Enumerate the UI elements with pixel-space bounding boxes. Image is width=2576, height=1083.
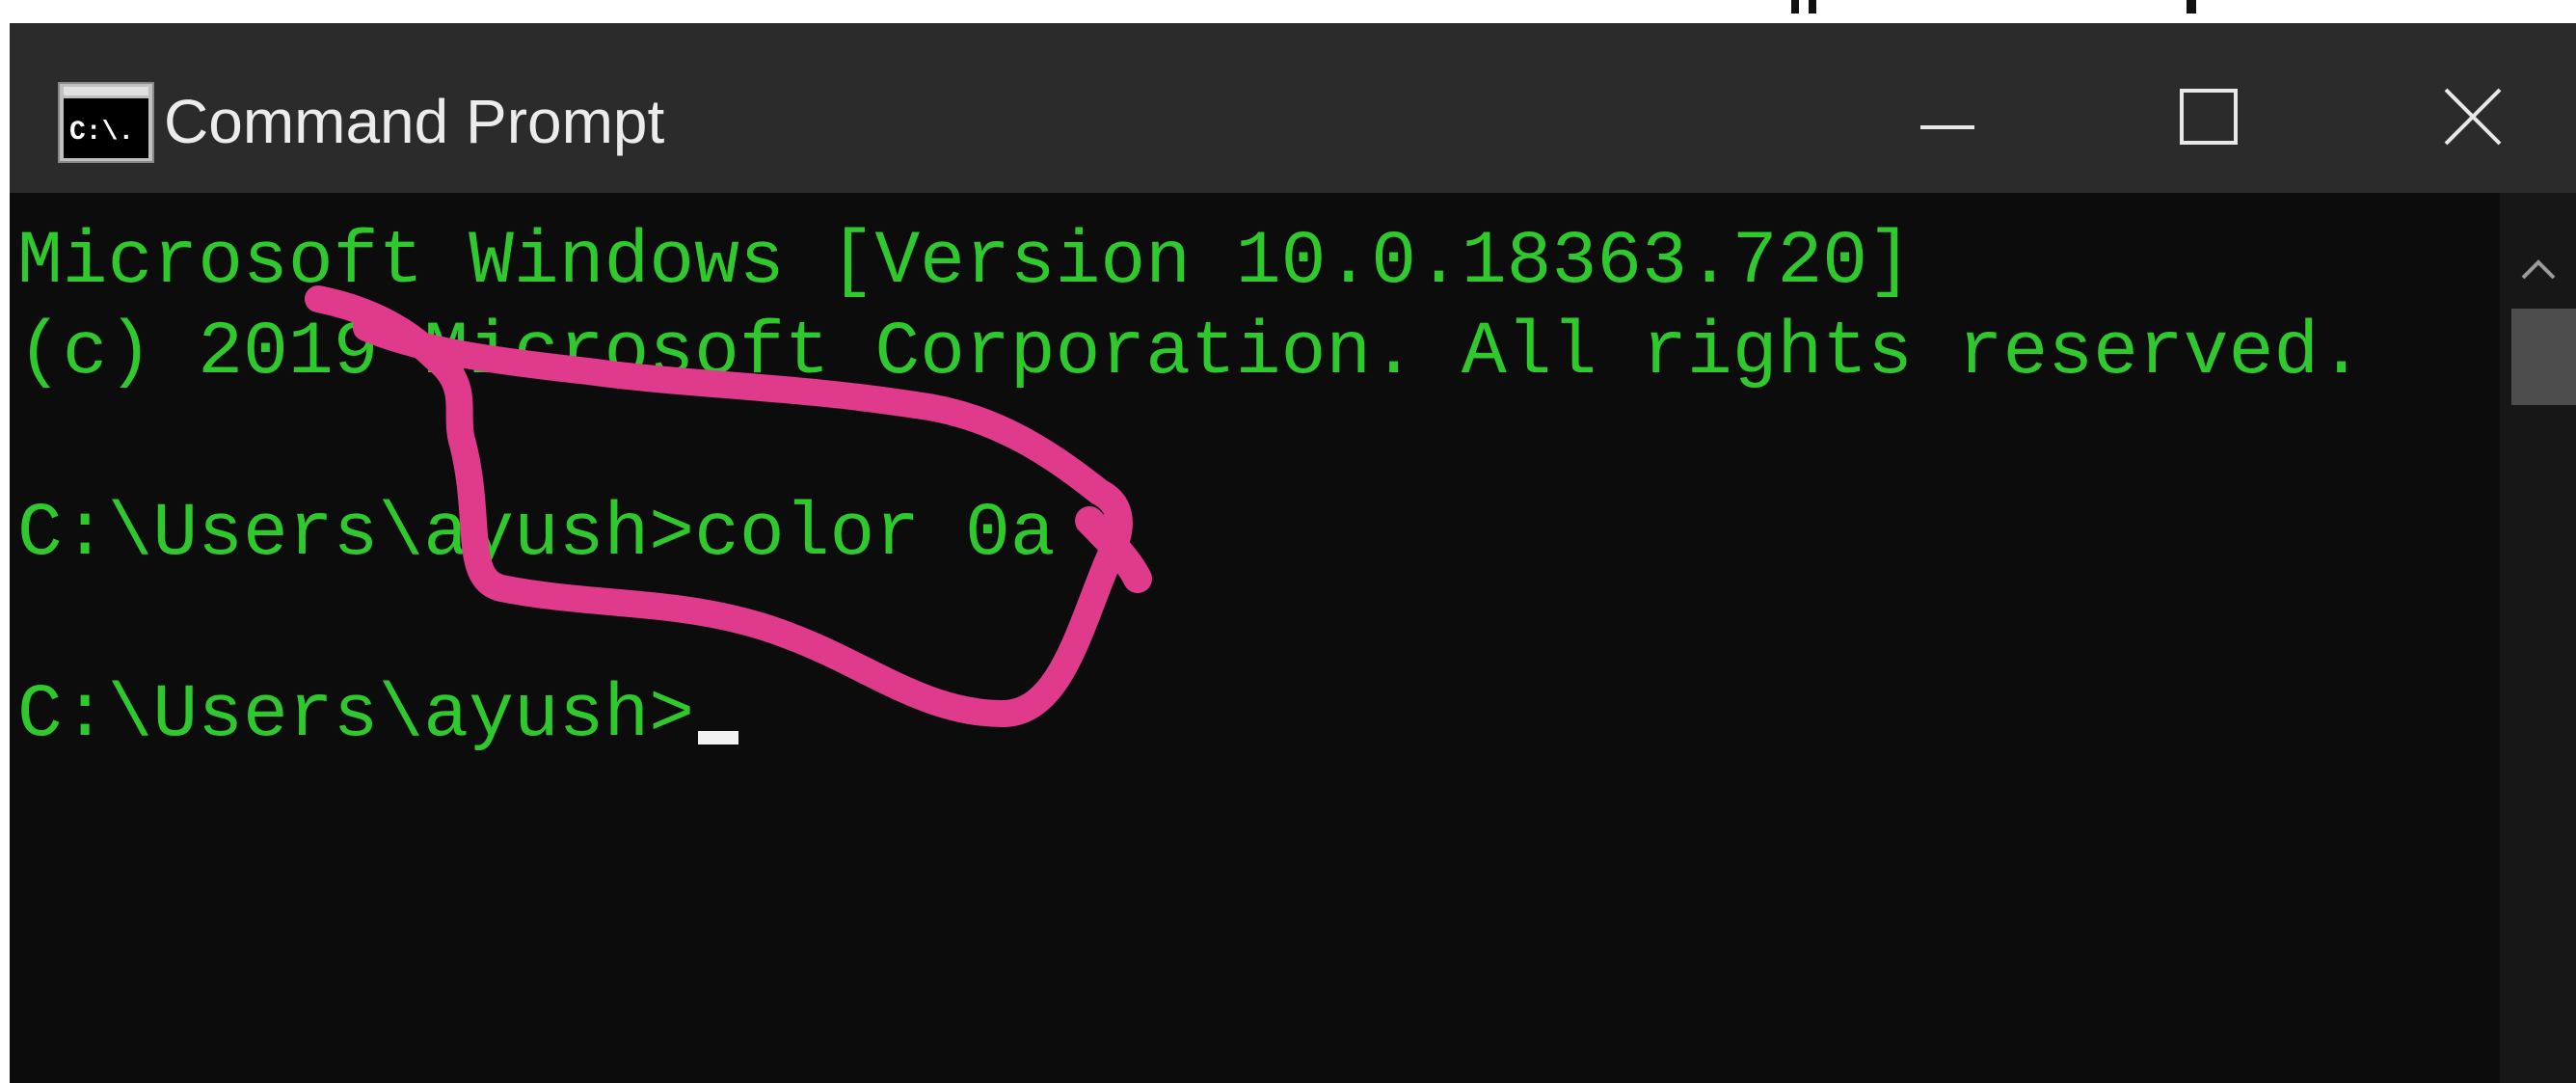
console-line-blank bbox=[17, 580, 2500, 670]
minimize-button[interactable] bbox=[1875, 62, 2020, 168]
text-cursor bbox=[698, 731, 739, 745]
maximize-icon bbox=[2180, 89, 2238, 145]
console-line-version: Microsoft Windows [Version 10.0.18363.72… bbox=[17, 220, 1913, 305]
title-bar[interactable]: C:\. Command Prompt bbox=[10, 23, 2576, 193]
console-line-command: C:\Users\ayush>color 0a bbox=[17, 492, 1056, 577]
window-title: Command Prompt bbox=[164, 87, 665, 156]
console-line-blank bbox=[17, 398, 2500, 489]
minimize-icon bbox=[1920, 125, 1974, 129]
close-icon bbox=[2444, 88, 2502, 146]
maximize-button[interactable] bbox=[2135, 62, 2280, 168]
vertical-scrollbar[interactable] bbox=[2500, 193, 2576, 1083]
command-prompt-window: C:\. Command Prompt Microsoft Windows [V… bbox=[10, 23, 2576, 1083]
svg-text:C:\.: C:\. bbox=[69, 118, 134, 148]
close-button[interactable] bbox=[2401, 62, 2545, 168]
console-line-prompt[interactable]: C:\Users\ayush> bbox=[17, 670, 2500, 761]
scrollbar-thumb[interactable] bbox=[2511, 309, 2576, 405]
prompt-text: C:\Users\ayush> bbox=[17, 673, 695, 758]
console-line-copyright: (c) 2019 Microsoft Corporation. All righ… bbox=[17, 311, 2364, 395]
console-output[interactable]: Microsoft Windows [Version 10.0.18363.72… bbox=[10, 193, 2500, 1083]
chevron-up-icon bbox=[2521, 259, 2556, 280]
cmd-app-icon: C:\. bbox=[58, 81, 154, 164]
scroll-up-button[interactable] bbox=[2500, 241, 2576, 299]
